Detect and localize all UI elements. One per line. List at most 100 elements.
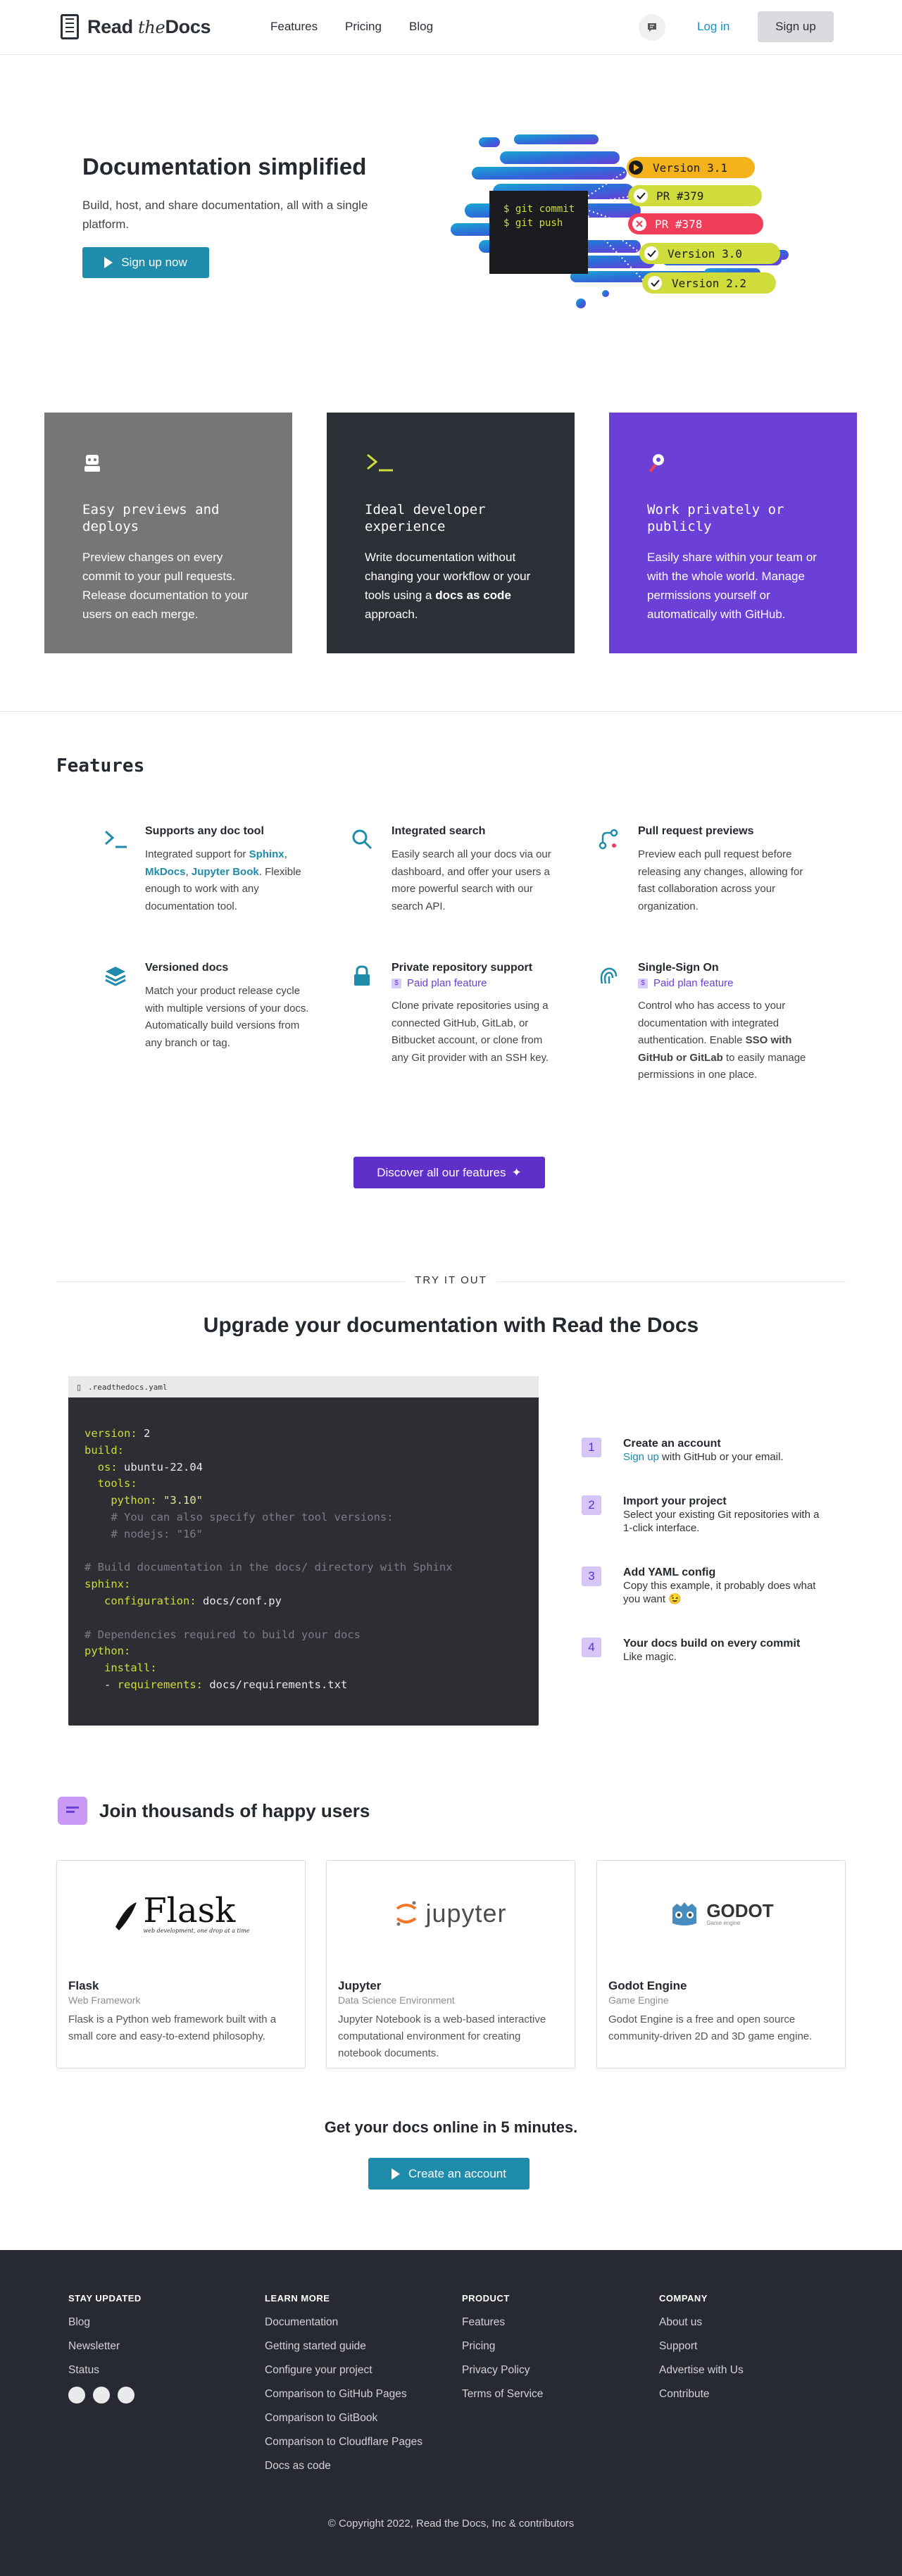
play-icon	[392, 2168, 401, 2180]
step-create-account: 1 Create an account Sign up with GitHub …	[582, 1438, 821, 1464]
nav-link-features[interactable]: Features	[270, 20, 318, 34]
footer-link-github-pages[interactable]: Comparison to GitHub Pages	[265, 2388, 422, 2412]
twitter-icon[interactable]	[93, 2387, 110, 2404]
paid-plan-badge[interactable]: $ Paid plan feature	[392, 977, 560, 989]
footer-link-advertise[interactable]: Advertise with Us	[659, 2364, 744, 2388]
sphinx-link[interactable]: Sphinx	[249, 848, 284, 860]
jupyter-book-link[interactable]: Jupyter Book	[192, 866, 259, 878]
step-title: Import your project	[623, 1495, 727, 1507]
footer-heading: STAY UPDATED	[68, 2293, 142, 2304]
search-icon	[348, 825, 376, 853]
nav-link-blog[interactable]: Blog	[409, 20, 433, 34]
step-number: 3	[582, 1566, 601, 1586]
footer-link-cloudflare[interactable]: Comparison to Cloudflare Pages	[265, 2436, 422, 2460]
signup-button[interactable]: Sign up	[758, 11, 834, 42]
footer-link-pricing[interactable]: Pricing	[462, 2340, 543, 2364]
feature-title: Supports any doc tool	[145, 825, 264, 837]
create-account-button[interactable]: Create an account	[368, 2158, 530, 2189]
yaml-config-code: version: 2 build: os: ubuntu-22.04 tools…	[84, 1427, 453, 1691]
card-title: Easy previews and deploys	[82, 502, 220, 534]
editor-file-tab: ▯ .readthedocs.yaml	[68, 1376, 539, 1397]
footer-col-stay-updated: STAY UPDATED Blog Newsletter Status	[68, 2293, 142, 2404]
pill-version-22: Version 2.2	[642, 272, 776, 294]
footer-link-docs-as-code[interactable]: Docs as code	[265, 2460, 422, 2484]
card-work-privately: Work privately or publicly Easily share …	[609, 413, 857, 653]
dollar-icon: $	[392, 978, 401, 988]
card-title: Work privately or publicly	[647, 502, 784, 534]
user-card-godot[interactable]: GODOT Game engine Godot Engine Game Engi…	[596, 1860, 846, 2068]
pill-pr-379: PR #379	[628, 185, 762, 206]
nav-link-pricing[interactable]: Pricing	[345, 20, 382, 34]
hero-title: Documentation simplified	[82, 153, 367, 180]
step-text: Like magic.	[623, 1651, 677, 1663]
footer-heading: COMPANY	[659, 2293, 708, 2304]
chat-button[interactable]	[639, 14, 665, 41]
social-links	[68, 2387, 142, 2404]
pill-version-30: Version 3.0	[639, 243, 780, 264]
lock-icon	[348, 962, 376, 990]
user-card-flask[interactable]: Flask web development, one drop at a tim…	[56, 1860, 306, 2068]
site-footer: STAY UPDATED Blog Newsletter Status LEAR…	[0, 2250, 902, 2576]
card-text: Write documentation without changing you…	[365, 551, 531, 621]
user-description: Flask is a Python web framework built wi…	[68, 2013, 277, 2042]
robot-icon	[82, 452, 254, 480]
login-link[interactable]: Log in	[697, 20, 729, 34]
feature-text: Control who has access to your documenta…	[638, 1000, 806, 1081]
card-title: Ideal developer experience	[365, 502, 486, 534]
create-account-label: Create an account	[408, 2166, 506, 2180]
card-developer-experience: Ideal developer experience Write documen…	[327, 413, 575, 653]
try-it-out-label: TRY IT OUT	[0, 1274, 902, 1286]
pill-version-31: Version 3.1	[627, 157, 755, 178]
footer-link-newsletter[interactable]: Newsletter	[68, 2340, 142, 2364]
copyright-icon: ©	[327, 2518, 336, 2530]
feature-private-repos: Private repository support $ Paid plan fe…	[354, 962, 560, 1067]
github-icon[interactable]	[68, 2387, 85, 2404]
feature-title: Integrated search	[392, 825, 486, 837]
footer-link-configure[interactable]: Configure your project	[265, 2364, 422, 2388]
user-description: Jupyter Notebook is a web-based interact…	[338, 2013, 546, 2059]
feature-versioned-docs: Versioned docs Match your product releas…	[105, 962, 314, 1052]
hero-subtitle: Build, host, and share documentation, al…	[82, 199, 368, 231]
footer-link-gitbook[interactable]: Comparison to GitBook	[265, 2412, 422, 2436]
footer-link-blog[interactable]: Blog	[68, 2316, 142, 2340]
svg-text:PR #378: PR #378	[655, 218, 702, 231]
sparkle-icon: ✦	[511, 1165, 522, 1179]
footer-link-status[interactable]: Status	[68, 2364, 142, 2388]
mastodon-icon[interactable]	[118, 2387, 134, 2404]
key-icon	[647, 452, 819, 480]
card-easy-previews: Easy previews and deploys Preview change…	[44, 413, 292, 653]
footer-col-product: PRODUCT Features Pricing Privacy Policy …	[462, 2293, 543, 2412]
feature-doc-tool: Supports any doc tool Integrated support…	[104, 825, 314, 915]
footer-link-contribute[interactable]: Contribute	[659, 2388, 744, 2412]
feature-title: Pull request previews	[638, 825, 754, 837]
card-text: Preview changes on every commit to your …	[82, 551, 249, 621]
discover-features-label: Discover all our features	[377, 1165, 506, 1179]
paid-plan-badge[interactable]: $ Paid plan feature	[638, 977, 807, 989]
step-import-project: 2 Import your project Select your existi…	[582, 1495, 821, 1535]
features-heading: Features	[56, 755, 145, 777]
footer-link-features[interactable]: Features	[462, 2316, 543, 2340]
footer-link-privacy[interactable]: Privacy Policy	[462, 2364, 543, 2388]
terminal-line-2: $ git push	[503, 218, 563, 229]
footer-link-getting-started[interactable]: Getting started guide	[265, 2340, 422, 2364]
brand-logo[interactable]: Read theDocs	[61, 14, 211, 39]
chat-icon	[648, 23, 656, 32]
feature-text: Clone private repositories using a conne…	[392, 1000, 549, 1064]
signup-now-button[interactable]: Sign up now	[82, 247, 209, 278]
copyright: © Copyright 2022, Read the Docs, Inc & c…	[327, 2518, 575, 2530]
footer-link-terms[interactable]: Terms of Service	[462, 2388, 543, 2412]
step-number: 1	[582, 1438, 601, 1457]
terminal-icon	[101, 825, 130, 853]
footer-link-support[interactable]: Support	[659, 2340, 744, 2364]
user-name: Flask	[68, 1979, 99, 1992]
footer-link-documentation[interactable]: Documentation	[265, 2316, 422, 2340]
chat-bubble-icon	[58, 1797, 87, 1825]
yaml-code-editor[interactable]: ▯ .readthedocs.yaml version: 2 build: os…	[68, 1376, 539, 1726]
footer-link-about[interactable]: About us	[659, 2316, 744, 2340]
user-card-jupyter[interactable]: jupyter Jupyter Data Science Environment…	[326, 1860, 575, 2068]
feature-pr-previews: Pull request previews Preview each pull …	[599, 825, 807, 915]
mkdocs-link[interactable]: MkDocs	[145, 866, 186, 878]
svg-text:Version 3.0: Version 3.0	[668, 247, 742, 260]
signup-link[interactable]: Sign up	[623, 1451, 659, 1463]
discover-features-button[interactable]: Discover all our features ✦	[353, 1157, 545, 1188]
